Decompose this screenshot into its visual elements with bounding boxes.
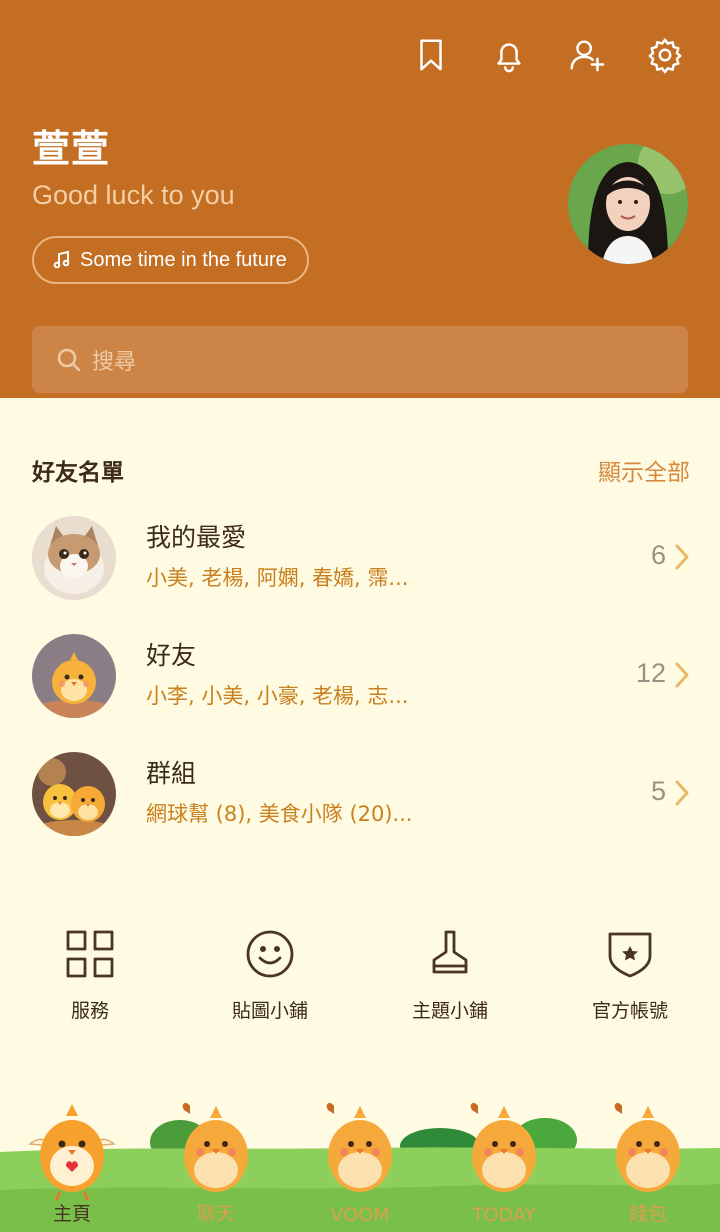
music-pill[interactable]: Some time in the future (32, 236, 309, 284)
nav-tab-home[interactable]: 主頁 (0, 1088, 144, 1232)
chick-avatar (32, 634, 116, 718)
chick-home-icon (28, 1104, 116, 1201)
quick-action-official-accounts[interactable]: 官方帳號 (540, 926, 720, 1023)
chevron-right-icon (672, 660, 692, 690)
section-title-friends: 好友名單 (32, 460, 124, 486)
quick-action-services[interactable]: 服務 (0, 926, 180, 1023)
two-chicks-avatar (32, 752, 116, 836)
gear-icon[interactable] (644, 34, 686, 76)
profile-avatar[interactable] (568, 144, 688, 264)
nav-label: TODAY (472, 1204, 536, 1226)
chick-voom-icon (326, 1103, 392, 1192)
top-toolbar (410, 34, 686, 76)
friend-group-members: 小李, 小美, 小豪, 老楊, 志... (146, 684, 409, 708)
cat-avatar (32, 516, 116, 600)
brush-icon (432, 930, 468, 974)
chick-chats-icon (182, 1103, 248, 1192)
show-all-link[interactable]: 顯示全部 (598, 453, 690, 487)
friend-group-title: 我的最愛 (146, 523, 247, 552)
quick-action-label: 主題小鋪 (411, 1000, 488, 1022)
nav-label: 主頁 (52, 1203, 91, 1225)
nav-tab-chats[interactable]: 聊天 (144, 1088, 288, 1232)
grid-icon (66, 930, 114, 978)
friend-group-members: 網球幫 (8), 美食小隊 (20)... (146, 802, 413, 826)
friend-group-favorites[interactable]: 我的最愛 小美, 老楊, 阿嫻, 春嬌, 霈... 6 (0, 516, 720, 634)
smiley-icon (246, 930, 294, 978)
profile-header: 萱萱 Good luck to you Some time in the fut… (0, 0, 720, 398)
quick-action-label: 服務 (70, 1000, 109, 1022)
nav-label: VOOM (330, 1204, 390, 1226)
quick-action-label: 官方帳號 (591, 1000, 668, 1022)
bell-icon[interactable] (488, 34, 530, 76)
chick-today-icon (470, 1103, 536, 1192)
nav-tab-voom[interactable]: VOOM (288, 1088, 432, 1232)
friend-group-count: 12 (635, 658, 666, 688)
chick-wallet-icon (614, 1103, 680, 1192)
quick-action-sticker-shop[interactable]: 貼圖小鋪 (180, 926, 360, 1023)
search-icon (57, 348, 81, 371)
bookmark-icon[interactable] (410, 34, 452, 76)
nav-tab-today[interactable]: TODAY (432, 1088, 576, 1232)
friend-group-count: 6 (650, 540, 666, 570)
chevron-right-icon (672, 542, 692, 572)
quick-action-label: 貼圖小鋪 (231, 1000, 308, 1022)
chevron-right-icon (672, 778, 692, 808)
music-note-icon (53, 250, 70, 269)
nav-label: 聊天 (196, 1203, 235, 1225)
status-message[interactable]: Good luck to you (32, 180, 235, 211)
shield-star-icon (608, 932, 652, 978)
friend-group-groups[interactable]: 群組 網球幫 (8), 美食小隊 (20)... 5 (0, 752, 720, 870)
search-bar[interactable]: 搜尋 (32, 326, 688, 393)
nav-label: 錢包 (628, 1203, 667, 1225)
friend-group-title: 好友 (146, 641, 197, 670)
friend-group-friends[interactable]: 好友 小李, 小美, 小豪, 老楊, 志... 12 (0, 634, 720, 752)
friend-group-count: 5 (650, 776, 666, 806)
search-placeholder: 搜尋 (92, 349, 137, 375)
nav-tab-wallet[interactable]: 錢包 (576, 1088, 720, 1232)
friend-group-title: 群組 (146, 759, 197, 788)
friend-group-members: 小美, 老楊, 阿嫻, 春嬌, 霈... (146, 566, 409, 590)
profile-name[interactable]: 萱萱 (32, 118, 110, 173)
music-title: Some time in the future (80, 248, 287, 271)
quick-action-theme-shop[interactable]: 主題小鋪 (360, 926, 540, 1023)
add-friend-icon[interactable] (566, 34, 608, 76)
